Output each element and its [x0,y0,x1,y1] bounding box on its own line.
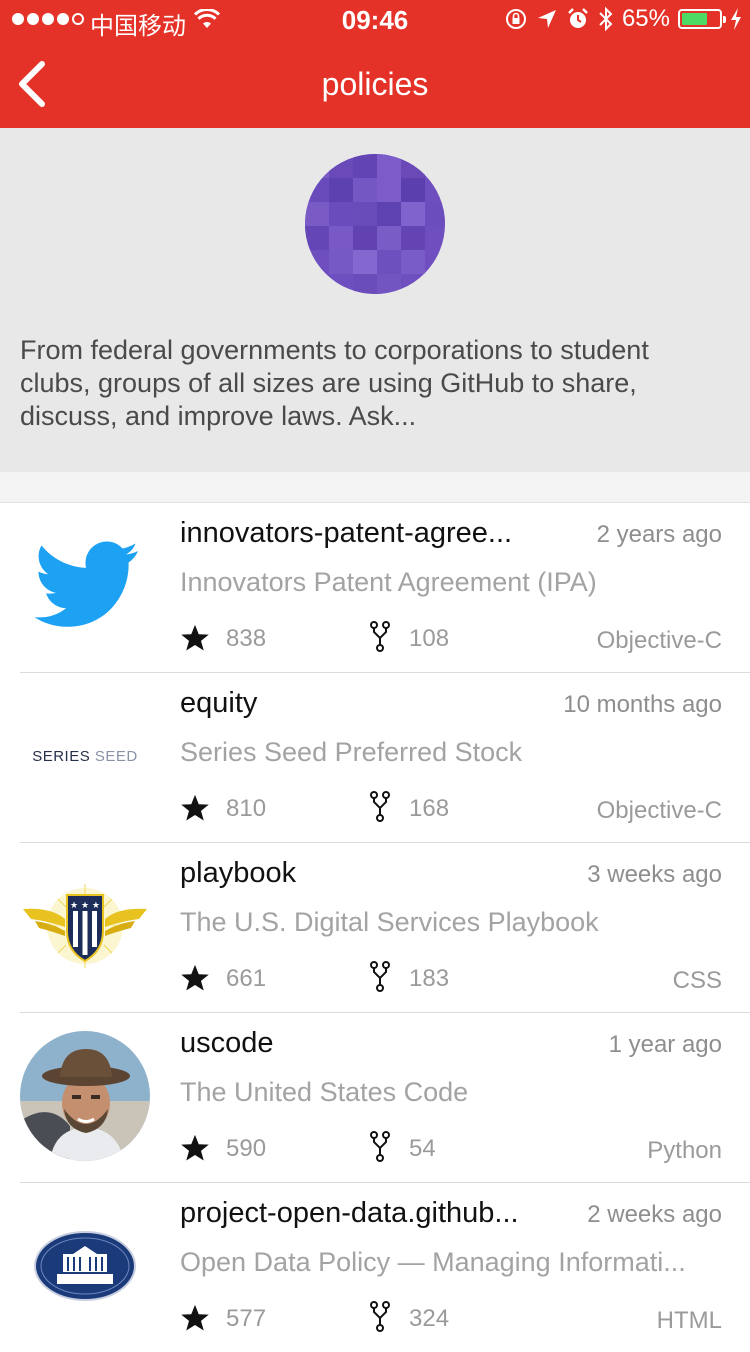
organization-avatar [305,154,445,294]
repository-name[interactable]: project-open-data.github... [180,1197,519,1230]
repository-row-project-open-data[interactable]: project-open-data.github... 2 weeks ago … [20,1183,750,1352]
seed-logo-text: SEED [94,747,138,765]
fork-count: 54 [409,1135,436,1162]
repository-language: Objective-C [596,627,722,654]
navigation-bar: policies [0,40,750,128]
star-count: 577 [226,1305,267,1332]
repository-updated-time: 2 weeks ago [587,1201,722,1228]
repository-name[interactable]: equity [180,687,257,720]
star-icon [181,1134,209,1161]
star-count: 810 [226,795,267,822]
fork-icon [370,1301,390,1332]
star-icon [181,964,209,991]
repository-row-playbook[interactable]: ★ ★ ★ playbook 3 weeks ago The U.S. Digi… [20,843,750,1013]
fork-count: 183 [409,965,450,992]
repository-name[interactable]: innovators-patent-agree... [180,517,512,550]
white-house-seal [20,1201,150,1331]
repository-description: The U.S. Digital Services Playbook [180,907,599,937]
page-title: policies [321,66,429,102]
repository-language: CSS [672,967,722,994]
repository-description: Open Data Policy — Managing Informati... [180,1247,686,1277]
fork-count: 324 [409,1305,450,1332]
fork-icon [370,621,390,652]
top-bar: 中国移动 09:46 65% policies [0,0,750,128]
repository-stats: 590 54 Python [180,1131,722,1165]
battery-percent: 65% [621,5,670,32]
alarm-icon [568,8,588,28]
repository-list: innovators-patent-agree... 2 years ago I… [0,503,750,1352]
repository-stats: 661 183 CSS [180,961,722,995]
fork-icon [370,791,390,822]
star-count: 590 [226,1135,267,1162]
fork-count: 168 [409,795,450,822]
section-divider [0,472,750,503]
repository-row-uscode[interactable]: uscode 1 year ago The United States Code… [20,1013,750,1183]
repository-row-equity[interactable]: SERIES SEED equity 10 months ago Series … [20,673,750,843]
star-icon [181,794,209,821]
repository-stats: 838 108 Objective-C [180,621,722,655]
star-icon [181,1304,209,1331]
repository-stats: 810 168 Objective-C [180,791,722,825]
battery-icon [678,9,726,29]
repository-language: Objective-C [596,797,722,824]
status-right-group: 65% [504,5,742,33]
status-bar: 中国移动 09:46 65% [0,0,750,40]
repository-updated-time: 10 months ago [563,691,722,718]
fork-icon [370,1131,390,1162]
repository-name[interactable]: uscode [180,1027,274,1060]
repository-updated-time: 1 year ago [608,1031,722,1058]
star-icon [181,624,209,651]
repository-language: Python [647,1137,722,1164]
repository-description: Innovators Patent Agreement (IPA) [180,567,597,597]
series-logo-text: SERIES [32,747,91,765]
organization-description: From federal governments to corporations… [20,335,649,431]
fork-icon [370,961,390,992]
repository-name[interactable]: playbook [180,857,296,890]
repository-description: The United States Code [180,1077,469,1107]
star-count: 661 [226,965,267,992]
repository-language: HTML [656,1307,722,1334]
usds-shield-logo: ★ ★ ★ [20,861,150,991]
bluetooth-icon [599,6,613,32]
star-count: 838 [226,625,267,652]
charging-bolt-icon [731,8,741,30]
location-icon [537,10,556,28]
twitter-bird-icon [20,521,150,651]
repository-updated-time: 3 weeks ago [587,861,722,888]
svg-text:★ ★ ★: ★ ★ ★ [70,901,100,911]
user-avatar-photo [20,1031,150,1161]
rotation-lock-icon [505,9,526,29]
repository-updated-time: 2 years ago [596,521,722,548]
fork-count: 108 [409,625,450,652]
repository-row-innovators-patent-agreement[interactable]: innovators-patent-agree... 2 years ago I… [20,503,750,673]
repository-stats: 577 324 HTML [180,1301,722,1335]
series-seed-logo: SERIES SEED [20,691,150,821]
repository-description: Series Seed Preferred Stock [180,737,523,767]
organization-header: From federal governments to corporations… [0,128,750,472]
